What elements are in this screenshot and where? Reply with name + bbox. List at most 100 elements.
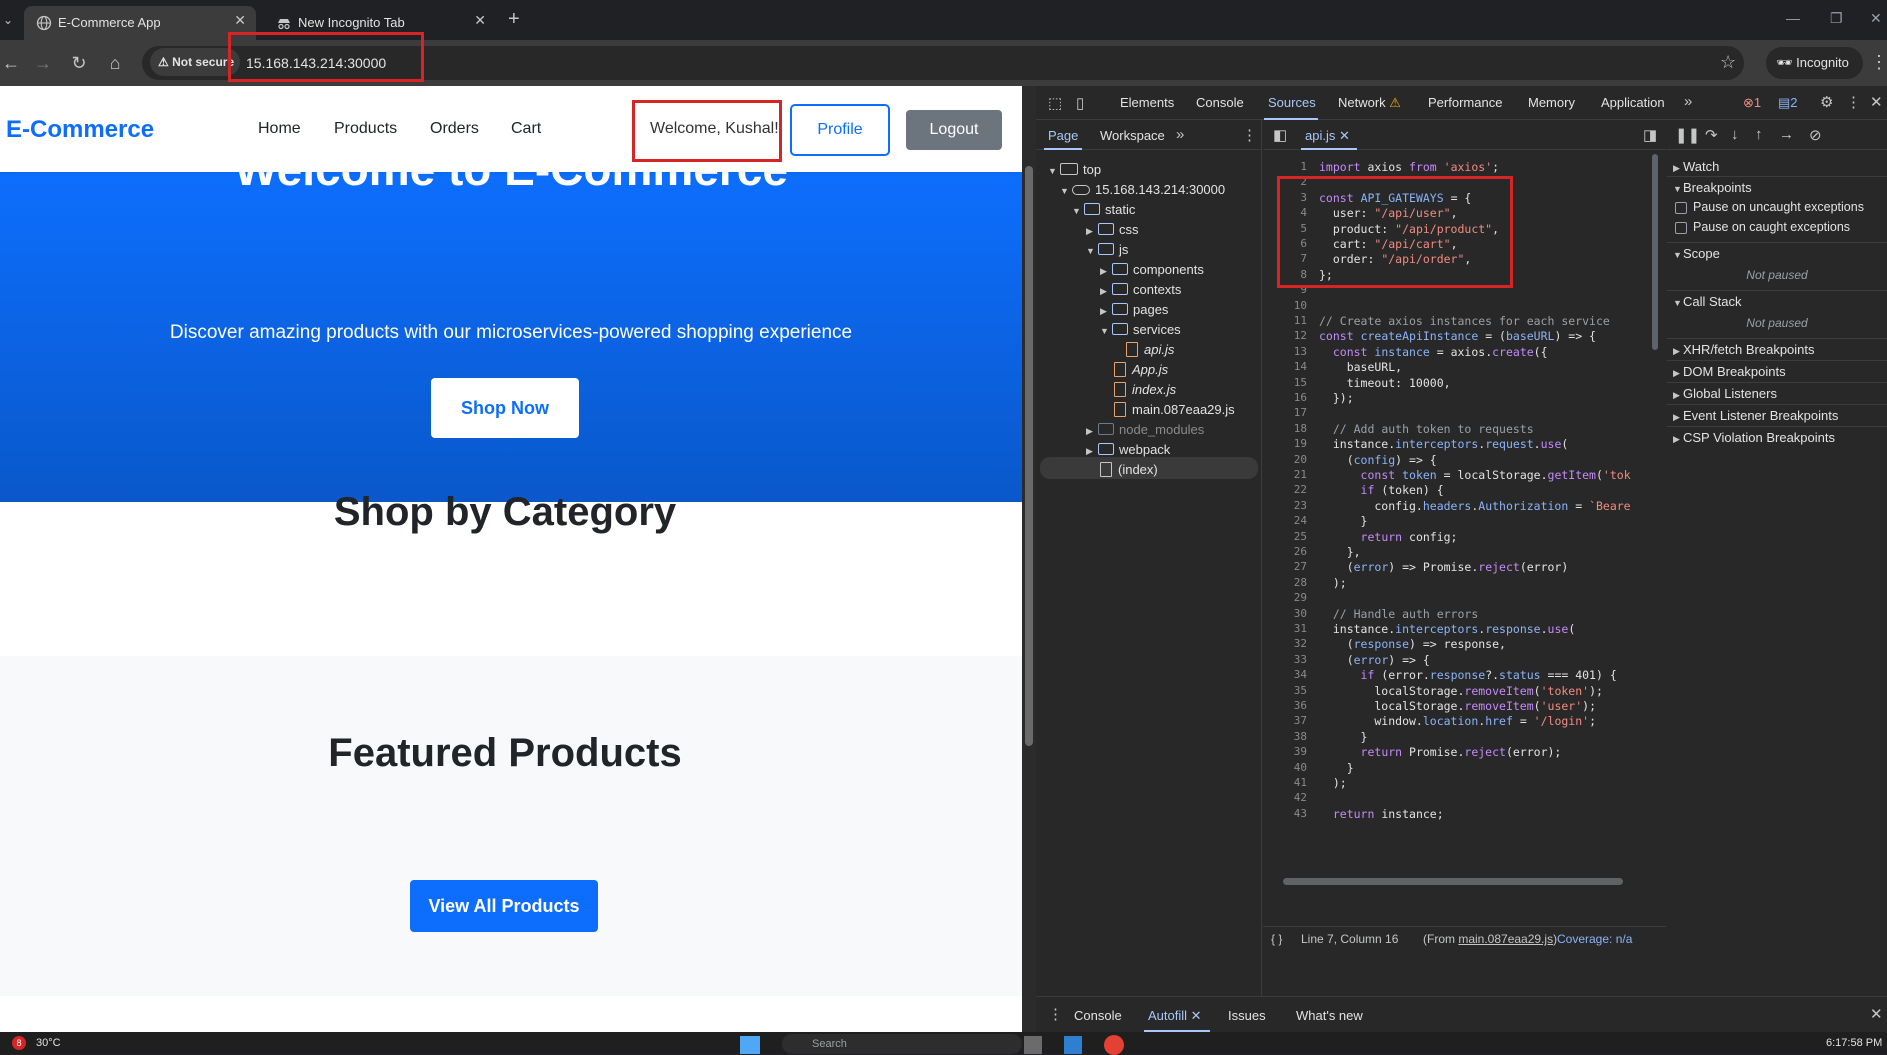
drawer-tab-whats-new[interactable]: What's new: [1296, 1008, 1363, 1023]
nav-home[interactable]: Home: [258, 120, 301, 138]
shop-now-button[interactable]: Shop Now: [431, 378, 579, 438]
weather-temperature[interactable]: 30°C: [36, 1037, 61, 1049]
tree-js[interactable]: ▼ js: [1086, 240, 1128, 260]
tab-network[interactable]: Network ⚠: [1338, 95, 1401, 111]
tree-components[interactable]: ▶ components: [1100, 260, 1204, 280]
reload-icon[interactable]: ↻: [68, 52, 90, 74]
source-map-link[interactable]: main.087eaa29.js: [1458, 932, 1553, 946]
tree-services[interactable]: ▼ services: [1100, 320, 1181, 340]
close-tab-icon[interactable]: ✕: [474, 12, 486, 29]
error-badge[interactable]: ⊗1: [1743, 95, 1761, 111]
dom-breakpoints-section[interactable]: ▶ DOM Breakpoints: [1667, 360, 1887, 382]
drawer-tab-autofill[interactable]: Autofill ✕: [1148, 1008, 1202, 1024]
drawer-tab-console[interactable]: Console: [1074, 1008, 1122, 1023]
view-all-products-button[interactable]: View All Products: [410, 880, 598, 932]
windows-start-icon[interactable]: [740, 1036, 760, 1054]
global-listeners-section[interactable]: ▶ Global Listeners: [1667, 382, 1887, 404]
inspect-element-icon[interactable]: ⬚: [1048, 94, 1062, 112]
tab-workspace[interactable]: Workspace: [1100, 128, 1165, 143]
nav-orders[interactable]: Orders: [430, 120, 479, 138]
drawer-menu-icon[interactable]: ⋮: [1048, 1005, 1063, 1023]
tab-application[interactable]: Application: [1601, 95, 1665, 110]
tab-memory[interactable]: Memory: [1528, 95, 1575, 110]
security-chip[interactable]: ⚠ Not secure: [150, 48, 240, 76]
watch-section[interactable]: ▶ Watch: [1667, 156, 1887, 178]
nav-cart[interactable]: Cart: [511, 120, 541, 138]
more-navigator-tabs-icon[interactable]: »: [1176, 126, 1184, 143]
close-window-icon[interactable]: ✕: [1870, 10, 1882, 27]
tree-index-js[interactable]: index.js: [1112, 380, 1176, 400]
deactivate-breakpoints-icon[interactable]: ⊘: [1809, 126, 1822, 144]
vscode-icon[interactable]: [1064, 1036, 1082, 1054]
back-icon[interactable]: ←: [0, 52, 22, 74]
pause-icon[interactable]: ❚❚: [1675, 126, 1700, 144]
page-scrollbar[interactable]: [1022, 86, 1036, 1032]
tree-app-js[interactable]: App.js: [1112, 360, 1168, 380]
message-badge[interactable]: ▤2: [1778, 95, 1798, 111]
home-icon[interactable]: ⌂: [104, 52, 126, 74]
tab-console[interactable]: Console: [1196, 95, 1244, 110]
restore-icon[interactable]: ❐: [1830, 10, 1843, 27]
event-listener-breakpoints-section[interactable]: ▶ Event Listener Breakpoints: [1667, 404, 1887, 426]
step-into-icon[interactable]: ↓: [1731, 126, 1739, 143]
chrome-icon[interactable]: [1104, 1035, 1124, 1055]
device-toolbar-icon[interactable]: ▯: [1076, 94, 1084, 112]
tab-sources[interactable]: Sources: [1268, 95, 1316, 110]
forward-icon[interactable]: →: [32, 52, 54, 74]
tree-pages[interactable]: ▶ pages: [1100, 300, 1168, 320]
step-out-icon[interactable]: ↑: [1755, 126, 1763, 143]
close-drawer-tab-icon[interactable]: ✕: [1191, 1008, 1202, 1023]
tree-node-modules[interactable]: ▶ node_modules: [1086, 420, 1204, 440]
site-brand[interactable]: E-Commerce: [6, 116, 154, 144]
coverage-status[interactable]: Coverage: n/a: [1557, 927, 1632, 951]
taskbar-search[interactable]: Search: [782, 1034, 1022, 1054]
new-tab-button[interactable]: +: [508, 8, 520, 31]
tree-css[interactable]: ▶ css: [1086, 220, 1139, 240]
bookmark-star-icon[interactable]: ☆: [1720, 52, 1736, 73]
more-tabs-icon[interactable]: »: [1684, 93, 1692, 110]
tree-webpack[interactable]: ▶ webpack: [1086, 440, 1170, 460]
toggle-debugger-icon[interactable]: ◨: [1643, 126, 1657, 144]
logout-button[interactable]: Logout: [906, 110, 1002, 150]
tree-contexts[interactable]: ▶ contexts: [1100, 280, 1181, 300]
code-vertical-scrollbar[interactable]: [1651, 154, 1659, 914]
scrollbar-thumb[interactable]: [1025, 166, 1033, 746]
tree-static[interactable]: ▼ static: [1072, 200, 1135, 220]
close-devtools-icon[interactable]: ✕: [1870, 93, 1883, 111]
browser-tab-ecommerce[interactable]: E-Commerce App ✕: [24, 6, 256, 40]
tree-top[interactable]: ▼ top: [1048, 160, 1101, 180]
pause-caught-checkbox[interactable]: [1675, 222, 1687, 234]
close-file-icon[interactable]: ✕: [1339, 128, 1350, 143]
pause-uncaught-checkbox[interactable]: [1675, 202, 1687, 214]
step-icon[interactable]: →: [1779, 126, 1794, 143]
scope-section[interactable]: ▼Scope: [1667, 242, 1887, 264]
nav-products[interactable]: Products: [334, 120, 397, 138]
tab-performance[interactable]: Performance: [1428, 95, 1502, 110]
notification-badge[interactable]: 8: [12, 1036, 26, 1050]
pretty-print-icon[interactable]: { }: [1271, 927, 1282, 951]
tab-elements[interactable]: Elements: [1120, 95, 1174, 110]
call-stack-section[interactable]: ▼Call Stack: [1667, 290, 1887, 312]
scrollbar-thumb[interactable]: [1652, 154, 1658, 350]
toggle-navigator-icon[interactable]: ◧: [1273, 126, 1287, 144]
devtools-menu-icon[interactable]: ⋮: [1846, 93, 1861, 111]
breakpoints-section[interactable]: ▼Breakpoints: [1667, 176, 1887, 198]
tree-origin[interactable]: ▼ 15.168.143.214:30000: [1060, 180, 1225, 200]
incognito-profile-chip[interactable]: 🕶 Incognito: [1766, 47, 1863, 79]
tree-api-js[interactable]: api.js: [1124, 340, 1174, 360]
close-drawer-icon[interactable]: ✕: [1870, 1005, 1883, 1023]
navigator-menu-icon[interactable]: ⋮: [1242, 126, 1257, 144]
minimize-icon[interactable]: —: [1786, 10, 1800, 26]
tree-main-js[interactable]: main.087eaa29.js: [1112, 400, 1235, 420]
xhr-breakpoints-section[interactable]: ▶ XHR/fetch Breakpoints: [1667, 338, 1887, 360]
code-horizontal-scrollbar[interactable]: [1283, 878, 1623, 885]
tree-index[interactable]: (index): [1098, 460, 1158, 480]
profile-button[interactable]: Profile: [790, 104, 890, 156]
taskbar-app-icon[interactable]: [1024, 1036, 1042, 1054]
drawer-tab-issues[interactable]: Issues: [1228, 1008, 1266, 1023]
settings-gear-icon[interactable]: ⚙: [1820, 93, 1833, 111]
close-tab-icon[interactable]: ✕: [234, 12, 246, 29]
browser-menu-icon[interactable]: ⋮: [1870, 52, 1887, 73]
step-over-icon[interactable]: ↷: [1705, 126, 1718, 144]
csp-breakpoints-section[interactable]: ▶ CSP Violation Breakpoints: [1667, 426, 1887, 448]
